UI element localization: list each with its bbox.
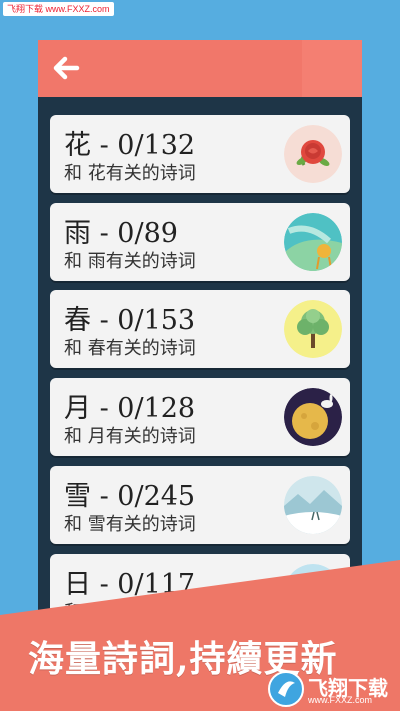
snow-icon xyxy=(284,476,342,534)
category-title: 春 - 0/153 xyxy=(64,305,196,336)
category-title: 月 - 0/128 xyxy=(64,393,196,424)
rain-icon xyxy=(284,213,342,271)
list-item-chun[interactable]: 春 - 0/153 和 春有关的诗词 xyxy=(50,290,350,368)
rose-icon xyxy=(284,125,342,183)
list-item-xue[interactable]: 雪 - 0/245 和 雪有关的诗词 xyxy=(50,466,350,544)
app-screen: 花 - 0/132 和 花有关的诗词 雨 - 0/89 和 雨有关的诗词 春 -… xyxy=(38,40,362,615)
logo-url: www.FXXZ.com xyxy=(308,695,373,705)
list-item-yu[interactable]: 雨 - 0/89 和 雨有关的诗词 xyxy=(50,203,350,281)
app-bar xyxy=(38,40,362,97)
category-subtitle: 和 春有关的诗词 xyxy=(64,338,196,359)
site-logo: 飞翔下载 www.FXXZ.com xyxy=(268,670,392,708)
category-title: 雪 - 0/245 xyxy=(64,481,196,512)
category-list[interactable]: 花 - 0/132 和 花有关的诗词 雨 - 0/89 和 雨有关的诗词 春 -… xyxy=(38,97,362,615)
watermark-top: 飞翔下载 www.FXXZ.com xyxy=(3,2,114,16)
list-item-hua[interactable]: 花 - 0/132 和 花有关的诗词 xyxy=(50,115,350,193)
category-title: 花 - 0/132 xyxy=(64,130,196,161)
logo-icon xyxy=(268,671,304,707)
app-bar-accent xyxy=(302,40,362,97)
list-item-yue[interactable]: 月 - 0/128 和 月有关的诗词 xyxy=(50,378,350,456)
category-subtitle: 和 雪有关的诗词 xyxy=(64,514,196,535)
category-title: 雨 - 0/89 xyxy=(64,218,178,249)
category-subtitle: 和 月有关的诗词 xyxy=(64,426,196,447)
arrow-left-icon xyxy=(53,56,80,80)
category-subtitle: 和 花有关的诗词 xyxy=(64,163,196,184)
tree-icon xyxy=(284,300,342,358)
back-button[interactable] xyxy=(50,52,82,84)
moon-icon xyxy=(284,388,342,446)
category-subtitle: 和 雨有关的诗词 xyxy=(64,251,196,272)
